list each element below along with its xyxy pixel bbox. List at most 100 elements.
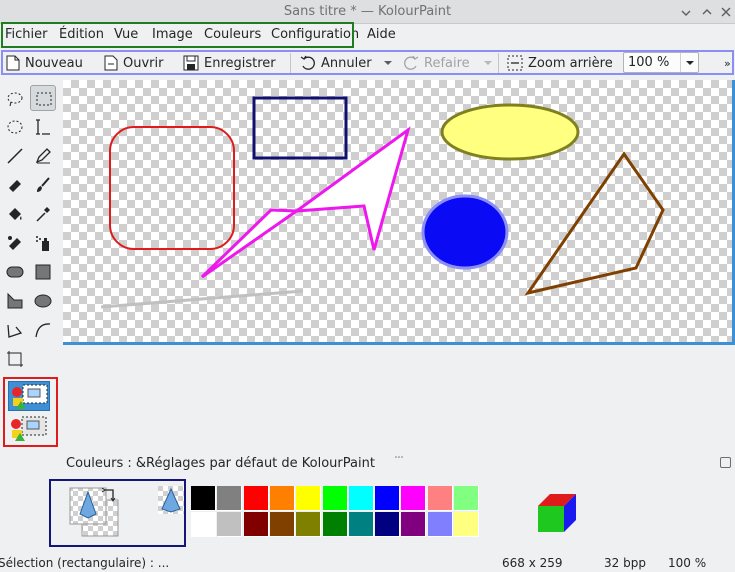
toolbar-separator [290,53,291,73]
maximize-button[interactable] [697,2,717,22]
palette-swatch[interactable] [454,512,479,537]
rounded-rectangle-tool[interactable] [2,259,28,285]
drawing-canvas[interactable] [63,80,735,345]
close-icon [721,7,731,17]
free-form-selection-tool[interactable] [2,86,28,112]
palette-swatch[interactable] [243,512,269,537]
rectangle-tool[interactable] [30,259,56,285]
palette-swatch[interactable] [191,486,216,511]
panel-splitter[interactable] [63,448,735,458]
save-button[interactable]: Enregistrer [183,54,276,72]
curve-tool[interactable] [30,317,56,343]
palette-swatch[interactable] [454,486,479,511]
maximize-icon [702,9,712,15]
toolbar-separator [498,53,499,73]
palette-swatch[interactable] [375,512,401,537]
rectangular-selection-tool[interactable] [30,85,56,111]
elliptical-selection-tool[interactable] [2,114,28,140]
new-button-label: Nouveau [25,55,83,71]
undo-button[interactable]: Annuler [300,54,372,72]
canvas-drawing [100,96,665,309]
new-button[interactable]: Nouveau [6,54,83,72]
connected-lines-tool[interactable] [2,317,28,343]
line-icon [7,148,23,164]
rgb-cube-icon [538,494,576,532]
swap-colors-button[interactable] [101,486,119,508]
red-rounded-rectangle [109,126,235,250]
zoom-out-icon [507,55,523,71]
eraser-tool[interactable] [2,172,28,198]
palette-swatch[interactable] [217,512,243,537]
selection-opaque-icon [12,384,48,409]
zoom-combo[interactable]: 100 % [623,52,699,73]
undo-dropdown[interactable] [383,54,393,72]
eyedropper-icon [36,207,50,222]
palette-swatch[interactable] [217,486,243,511]
reset-colors-button[interactable] [158,486,184,514]
text-cursor-icon [36,119,50,135]
palette-swatch[interactable] [427,486,453,511]
color-picker-tool[interactable] [30,201,56,227]
status-depth: 32 bpp [604,556,646,570]
palette-swatch[interactable] [243,486,269,511]
crop-icon [7,351,23,367]
palette-swatch[interactable] [348,512,374,537]
brush-tool[interactable] [30,172,56,198]
minimize-button[interactable] [676,2,696,22]
palette-swatch[interactable] [269,512,295,537]
chevron-down-icon [686,61,694,65]
selection-transparent-option[interactable] [8,414,50,444]
ellipse-tool[interactable] [30,288,56,314]
color-eraser-tool[interactable] [2,230,28,256]
magenta-polygon [200,126,411,279]
palette-swatch[interactable] [191,512,216,537]
polygon-tool[interactable] [2,288,28,314]
close-button[interactable] [716,2,735,22]
palette-swatch[interactable] [269,486,295,511]
rectangle-icon [35,264,51,280]
reset-colors-icon [158,486,184,514]
polyline-icon [7,324,23,338]
gray-line [100,289,304,309]
rounded-rect-icon [6,266,24,278]
resize-tool[interactable] [2,346,28,372]
palette-swatch[interactable] [296,486,322,511]
colors-panel-label: Couleurs : &Réglages par défaut de Kolou… [66,456,375,471]
redo-dropdown[interactable] [483,54,493,72]
polygon-icon [7,292,23,309]
spraycan-icon [36,236,49,251]
save-icon [183,55,199,71]
palette-swatch[interactable] [375,486,401,511]
chevron-down-icon [484,61,492,65]
flood-fill-tool[interactable] [2,201,28,227]
text-tool[interactable] [30,114,56,140]
zoom-out-button[interactable]: Zoom arrière [507,54,613,72]
palette-swatch[interactable] [296,512,322,537]
palette-swatch[interactable] [322,512,348,537]
float-panel-icon[interactable] [720,457,731,468]
redo-button-label: Refaire [424,55,470,71]
brush-icon [37,177,50,192]
palette-swatch[interactable] [348,486,374,511]
open-button[interactable]: Ouvrir [104,54,163,72]
selection-opaque-option[interactable] [8,381,50,411]
minimize-icon [681,10,691,16]
toolbar-overflow-button[interactable]: » [724,54,731,72]
line-tool[interactable] [2,143,28,169]
menu-aide[interactable]: Aide [367,27,396,42]
undo-icon [300,55,315,70]
zoom-dropdown[interactable] [680,53,698,72]
blue-ellipse [421,194,509,270]
palette-swatch[interactable] [401,512,427,537]
palette-swatch[interactable] [427,512,453,537]
toolbar-overflow-label: » [724,56,731,70]
redo-button[interactable]: Refaire [403,54,470,72]
palette-swatch[interactable] [322,486,348,511]
status-zoom: 100 % [668,556,707,570]
spraycan-tool[interactable] [30,230,56,256]
color-similarity-cube[interactable] [536,492,578,538]
save-button-label: Enregistrer [204,55,276,71]
swap-arrows-icon [101,487,116,502]
palette-swatch[interactable] [401,486,427,511]
pen-tool[interactable] [30,143,56,169]
